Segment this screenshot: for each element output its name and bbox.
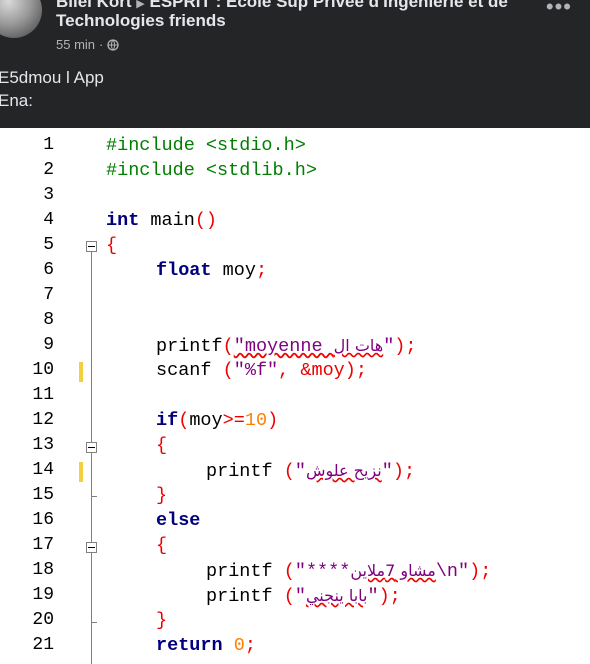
code-line: 16 else (0, 508, 590, 533)
code-text: } (156, 610, 168, 631)
code-line: 3 (0, 183, 590, 208)
code-text: scanf ("%f", &moy); (156, 360, 367, 381)
line-number: 7 (43, 285, 54, 305)
more-options-icon[interactable]: ••• (546, 0, 572, 20)
code-line: 5 { (0, 233, 590, 258)
code-line: 6 float moy; (0, 258, 590, 283)
code-line: 10 scanf ("%f", &moy); (0, 358, 590, 383)
line-number: 2 (43, 160, 54, 180)
line-number: 18 (32, 560, 54, 580)
line-number: 16 (32, 510, 54, 530)
line-number: 15 (32, 485, 54, 505)
line-number: 4 (43, 210, 54, 230)
code-editor-screenshot: 1 #include <stdio.h> 2 #include <stdlib.… (0, 128, 590, 664)
code-text: { (106, 235, 118, 256)
code-text: { (156, 535, 168, 556)
code-line: 14 printf ("نزيح علوش"); (0, 458, 590, 483)
code-line: 18 printf ("****مشاو 7ملاين\n"); (0, 558, 590, 583)
group-name-line2[interactable]: Technologies friends (56, 11, 226, 31)
code-text: printf("moyenne هات ال"); (156, 336, 417, 357)
globe-icon (107, 38, 120, 51)
code-line: 12 if(moy>=10) (0, 408, 590, 433)
line-number: 12 (32, 410, 54, 430)
code-line: 2 #include <stdlib.h> (0, 158, 590, 183)
code-line: 13 { (0, 433, 590, 458)
code-line: 20 } (0, 608, 590, 633)
group-name[interactable]: ESPRIT : Ecole Sup Privée d'Ingénierie e… (150, 0, 508, 11)
code-line: 21 return 0; (0, 633, 590, 658)
code-text: int main() (106, 210, 218, 231)
line-number: 20 (32, 610, 54, 630)
post-time[interactable]: 55 min (56, 37, 95, 52)
line-number: 5 (43, 235, 54, 255)
code-line: 11 (0, 383, 590, 408)
arrow-right-icon: ▶ (136, 0, 145, 10)
line-number: 9 (43, 335, 54, 355)
post-meta: 55 min · (56, 37, 120, 52)
avatar[interactable] (0, 0, 42, 38)
code-line: 17 { (0, 533, 590, 558)
line-number: 3 (43, 185, 54, 205)
code-text: printf ("نزيح علوش"); (206, 461, 416, 482)
line-number: 1 (43, 135, 54, 155)
line-number: 8 (43, 310, 54, 330)
code-line: 4 int main() (0, 208, 590, 233)
code-text: #include <stdio.h> (106, 135, 306, 156)
code-text: float moy; (156, 260, 268, 281)
code-line: 8 (0, 308, 590, 333)
author-name[interactable]: Bilel Kort (56, 0, 132, 11)
post-text-line1: E5dmou l App (0, 68, 104, 87)
code-text: else (156, 510, 201, 531)
code-text: return 0; (156, 635, 256, 656)
line-number: 11 (32, 385, 54, 405)
code-text: } (156, 485, 168, 506)
line-number: 21 (32, 635, 54, 655)
code-line: 15 } (0, 483, 590, 508)
code-text: if(moy>=10) (156, 410, 279, 431)
line-number: 6 (43, 260, 54, 280)
code-text: printf ("بابا ينجني"); (206, 586, 401, 607)
line-number: 17 (32, 535, 54, 555)
post-text-line2: Ena: (0, 91, 33, 110)
line-number: 13 (32, 435, 54, 455)
code-text: #include <stdlib.h> (106, 160, 317, 181)
post-header: Bilel Kort ▶ ESPRIT : Ecole Sup Privée d… (0, 0, 590, 128)
code-text: { (156, 435, 168, 456)
code-text: printf ("****مشاو 7ملاين\n"); (206, 561, 492, 582)
code-line: 7 (0, 283, 590, 308)
line-number: 14 (32, 460, 54, 480)
code-line: 9 printf("moyenne هات ال"); (0, 333, 590, 358)
code-line: 1 #include <stdio.h> (0, 133, 590, 158)
line-number: 19 (32, 585, 54, 605)
code-line: 19 printf ("بابا ينجني"); (0, 583, 590, 608)
line-number: 10 (32, 360, 54, 380)
